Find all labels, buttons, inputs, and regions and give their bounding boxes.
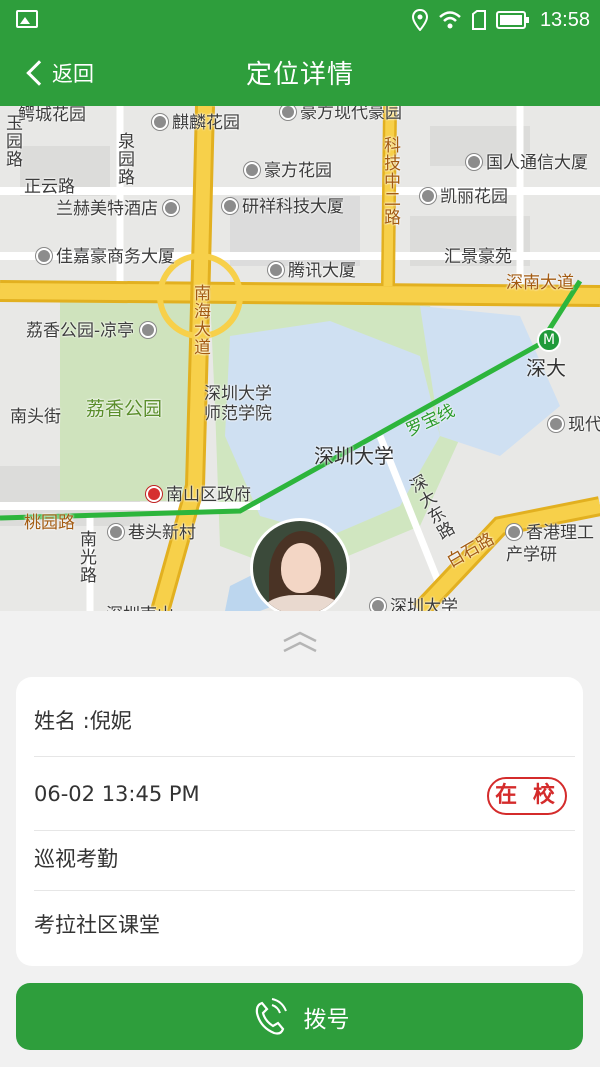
pavilion-icon	[139, 322, 156, 338]
map-label: 鳄城花园	[18, 106, 86, 125]
map-label: 深圳大学	[370, 592, 458, 611]
type-row: 巡视考勤	[34, 825, 575, 891]
status-badge: 在 校	[487, 777, 567, 815]
map-label: 桃园路	[24, 513, 75, 533]
poi-icon	[222, 198, 238, 214]
sim-icon	[471, 10, 486, 30]
poi-icon	[280, 106, 296, 120]
poi-icon	[268, 262, 284, 278]
map-label: 腾讯大厦	[268, 256, 356, 281]
metro-icon[interactable]: M	[537, 328, 561, 352]
name-row: 姓名 :倪妮	[34, 683, 575, 757]
location-icon	[411, 9, 428, 31]
map-label: 豪方花园	[244, 156, 332, 181]
map-label: 深圳南山	[106, 600, 174, 611]
map-label: 兰赫美特酒店	[56, 194, 183, 219]
map-label: 深圳大学	[314, 444, 394, 468]
map-label: 南头街	[10, 407, 61, 427]
poi-icon	[506, 524, 522, 540]
metro-station-label: 深大	[526, 356, 566, 380]
wifi-icon	[439, 11, 461, 29]
map-label: 深南大道	[506, 273, 574, 293]
map-label: 佳嘉豪商务大厦	[36, 242, 175, 267]
phone-icon	[255, 997, 287, 1035]
clock: 13:58	[539, 8, 590, 31]
map-label: 玉园路	[2, 114, 22, 168]
map-label: 麒麟花园	[152, 108, 240, 133]
map-label: 南山区政府	[146, 480, 251, 505]
poi-icon	[420, 188, 436, 204]
map-label: 深圳大学师范学院	[204, 384, 272, 424]
poi-icon	[152, 114, 168, 130]
map-label: 国人通信大厦	[466, 148, 588, 173]
map-label: 凯丽花园	[420, 182, 508, 207]
chevron-up-icon[interactable]	[280, 627, 320, 657]
page-title: 定位详情	[245, 60, 354, 90]
info-card: 姓名 :倪妮 06-02 13:45 PM 在 校 巡视考勤 考拉社区课堂	[16, 677, 583, 966]
dial-label: 拨号	[303, 1006, 350, 1033]
title-bar: 返回 定位详情	[0, 40, 600, 106]
record-type: 巡视考勤	[34, 846, 118, 871]
map-label: 香港理工产学研	[506, 523, 594, 565]
poi-icon	[36, 248, 52, 264]
map-view[interactable]: 鳄城花园 麒麟花园 豪方现代豪园 玉园路 泉园路 正云路 豪方花园 科技中二路 …	[0, 106, 600, 611]
battery-icon	[495, 11, 529, 29]
map-label: 豪方现代豪园	[280, 106, 402, 123]
map-label: 研祥科技大厦	[222, 192, 344, 217]
record-time: 06-02 13:45 PM	[34, 781, 200, 806]
government-icon	[146, 486, 162, 502]
map-label: 荔香公园-凉亭	[26, 316, 160, 341]
poi-icon	[244, 162, 260, 178]
image-icon	[16, 10, 38, 28]
student-name: 姓名 :倪妮	[34, 708, 132, 733]
map-label: 泉园路	[114, 132, 134, 186]
map-label: 南光路	[76, 530, 96, 584]
map-label: 汇景豪苑	[444, 247, 512, 267]
place-row: 考拉社区课堂	[34, 891, 575, 957]
poi-icon	[466, 154, 482, 170]
status-bar: 13:58	[0, 0, 600, 40]
detail-sheet: 姓名 :倪妮 06-02 13:45 PM 在 校 巡视考勤 考拉社区课堂 拨号	[0, 611, 600, 1067]
map-label: 荔香公园	[86, 398, 163, 420]
map-label: 科技中二路	[380, 136, 400, 226]
map-label: 巷头新村	[108, 518, 196, 543]
time-row: 06-02 13:45 PM 在 校	[34, 757, 575, 831]
poi-icon	[370, 598, 386, 611]
hotel-icon	[163, 200, 180, 216]
dial-button[interactable]: 拨号	[16, 983, 583, 1050]
record-place: 考拉社区课堂	[34, 913, 160, 937]
poi-icon	[108, 524, 124, 540]
map-label: 现代	[548, 410, 600, 435]
avatar[interactable]	[250, 518, 350, 611]
poi-icon	[548, 416, 564, 432]
map-label: 南海大道	[190, 284, 210, 356]
